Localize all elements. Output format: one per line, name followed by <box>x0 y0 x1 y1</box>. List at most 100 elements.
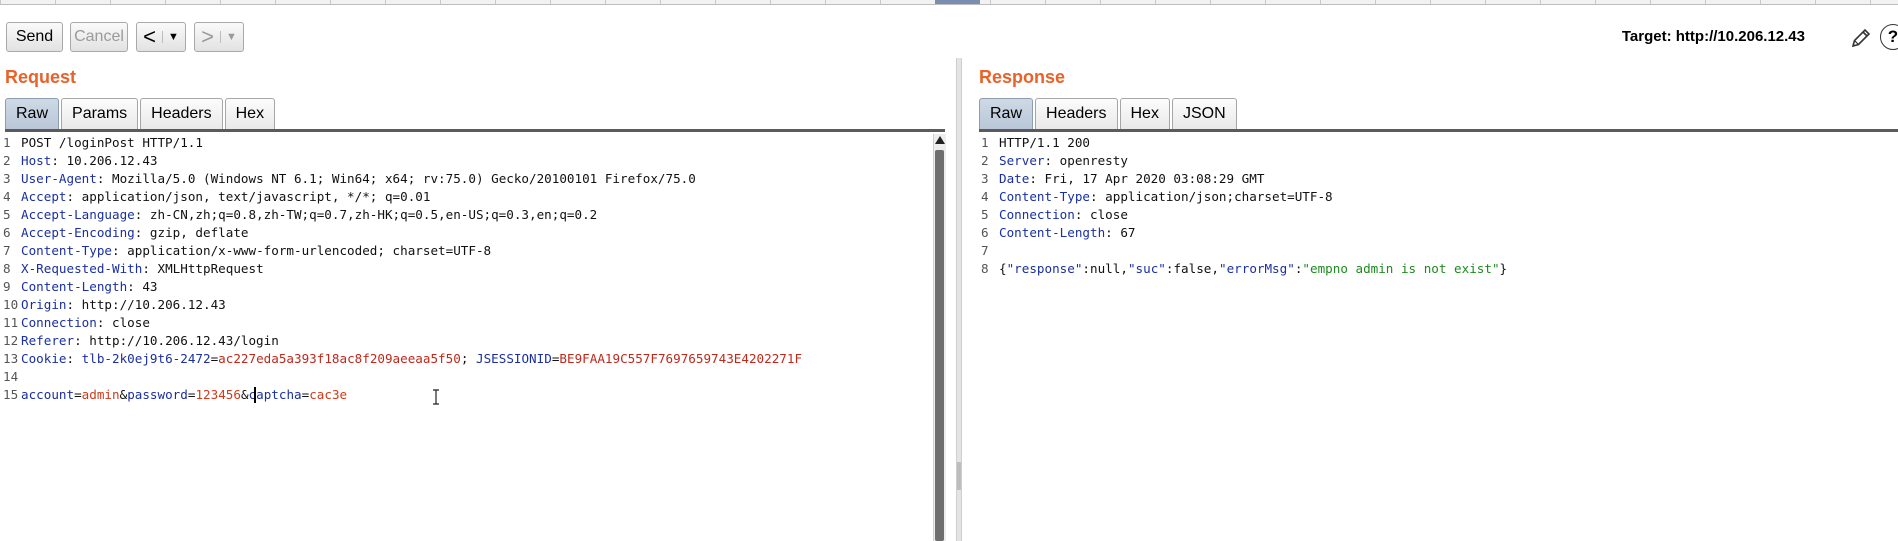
header-value: application/x-www-form-urlencoded; chars… <box>119 243 492 258</box>
back-dropdown-icon[interactable]: ▼ <box>161 31 179 43</box>
line-number: 9 <box>3 279 11 294</box>
response-line: 6 Content-Length: 67 <box>981 225 1136 240</box>
request-tab-hex[interactable]: Hex <box>224 98 276 129</box>
line-number: 4 <box>981 189 989 204</box>
header-value: application/json;charset=UTF-8 <box>1097 189 1333 204</box>
request-scroll-thumb[interactable] <box>935 150 944 541</box>
pencil-icon[interactable] <box>1849 26 1873 50</box>
response-editor[interactable]: 1 HTTP/1.1 200 2 Server: openresty 3 Date: … <box>981 134 1896 278</box>
request-line: 1 POST /loginPost HTTP/1.1 <box>3 134 931 152</box>
header-value: XMLHttpRequest <box>149 261 264 276</box>
response-line: 7 <box>981 242 1896 260</box>
header-value: gzip, deflate <box>142 225 249 240</box>
line-number: 12 <box>3 333 19 348</box>
header-name: Host <box>21 153 52 168</box>
request-tab-params[interactable]: Params <box>61 98 139 129</box>
response-tab-raw[interactable]: Raw <box>979 98 1034 129</box>
header-name: User-Agent <box>21 171 97 186</box>
param-value: admin <box>81 387 120 402</box>
request-tab-raw[interactable]: Raw <box>5 98 60 129</box>
header-name: Content-Length <box>21 279 128 294</box>
line-number: 5 <box>3 207 11 222</box>
json-value: "empno admin is not exist" <box>1302 261 1500 276</box>
line-number: 6 <box>3 225 11 240</box>
forward-button[interactable]: > ▼ <box>194 22 244 52</box>
line-number: 6 <box>981 225 989 240</box>
header-value: 10.206.12.43 <box>58 153 158 168</box>
request-scrollbar[interactable] <box>933 134 946 541</box>
header-value: zh-CN,zh;q=0.8,zh-TW;q=0.7,zh-HK;q=0.5,e… <box>142 207 598 222</box>
header-name: Origin <box>21 297 67 312</box>
json-value: null <box>1090 261 1121 276</box>
request-line: 12 Referer: http://10.206.12.43/login <box>3 333 279 348</box>
header-value: close <box>104 315 150 330</box>
header-value: Mozilla/5.0 (Windows NT 6.1; Win64; x64;… <box>104 171 696 186</box>
param-value: cac3e <box>309 387 348 402</box>
header-value: Fri, 17 Apr 2020 03:08:29 GMT <box>1036 171 1265 186</box>
line-number: 3 <box>981 171 989 186</box>
header-value: application/json, text/javascript, */*; … <box>74 189 431 204</box>
response-title: Response <box>979 67 1066 87</box>
scroll-up-icon[interactable] <box>935 136 945 144</box>
help-icon[interactable]: ? <box>1880 24 1898 50</box>
response-tabs: Raw Headers Hex JSON <box>979 98 1239 129</box>
response-tab-headers[interactable]: Headers <box>1035 98 1118 129</box>
line-number: 10 <box>3 297 19 312</box>
line-number: 2 <box>3 153 11 168</box>
text-cursor-icon <box>433 389 439 405</box>
param-name: account <box>21 387 75 402</box>
request-line: 10 Origin: http://10.206.12.43 <box>3 297 226 312</box>
header-name: X-Requested-With <box>21 261 143 276</box>
json-key: "errorMsg" <box>1218 261 1295 276</box>
header-name: Referer <box>21 333 75 348</box>
line-number: 13 <box>3 351 19 366</box>
response-tab-json[interactable]: JSON <box>1171 98 1237 129</box>
response-tab-hex[interactable]: Hex <box>1119 98 1170 129</box>
forward-arrow-icon: > <box>201 24 214 49</box>
response-line: 4 Content-Type: application/json;charset=… <box>981 189 1333 204</box>
cookie-name: tlb-2k0ej9t6-2472 <box>81 351 211 366</box>
json-key: "response" <box>1006 261 1083 276</box>
back-button[interactable]: < ▼ <box>136 22 186 52</box>
request-line: 6 Accept-Encoding: gzip, deflate <box>3 225 249 240</box>
json-value: false <box>1173 261 1212 276</box>
request-line: 7 Content-Type: application/x-www-form-ur… <box>3 243 492 258</box>
splitter-grip[interactable] <box>957 462 961 490</box>
forward-dropdown-icon[interactable]: ▼ <box>219 31 237 43</box>
request-line: 11 Connection: close <box>3 315 150 330</box>
send-button[interactable]: Send <box>6 22 63 52</box>
cancel-button[interactable]: Cancel <box>70 22 128 52</box>
pane-splitter[interactable] <box>956 58 962 541</box>
response-line: 3 Date: Fri, 17 Apr 2020 03:08:29 GMT <box>981 171 1265 186</box>
request-line: 4 Accept: application/json, text/javascri… <box>3 189 431 204</box>
cookie-value: ac227eda5a393f18ac8f209aeeaa5f50 <box>218 351 461 366</box>
back-arrow-icon: < <box>143 24 156 49</box>
header-name: Date <box>999 171 1030 186</box>
header-name: Cookie <box>21 351 67 366</box>
request-line-text: POST /loginPost HTTP/1.1 <box>21 135 203 150</box>
header-name: Content-Length <box>999 225 1106 240</box>
request-editor[interactable]: 1 POST /loginPost HTTP/1.1 2 Host: 10.206.… <box>3 134 931 404</box>
line-number: 1 <box>3 135 11 150</box>
status-line: HTTP/1.1 200 <box>999 135 1090 150</box>
request-line: 3 User-Agent: Mozilla/5.0 (Windows NT 6.1… <box>3 171 696 186</box>
line-number: 8 <box>981 261 989 276</box>
header-value: 67 <box>1112 225 1136 240</box>
cookie-value: BE9FAA19C557F7697659743E4202271F <box>559 351 803 366</box>
request-line: 8 X-Requested-With: XMLHttpRequest <box>3 261 264 276</box>
param-value: 123456 <box>195 387 241 402</box>
top-tab-selected[interactable] <box>935 0 980 4</box>
request-line: 14 <box>3 368 931 386</box>
header-value: openresty <box>1052 153 1128 168</box>
request-line: 2 Host: 10.206.12.43 <box>3 153 158 168</box>
header-name: Connection <box>21 315 97 330</box>
request-tab-headers[interactable]: Headers <box>140 98 223 129</box>
response-line: 5 Connection: close <box>981 207 1128 222</box>
request-line: 5 Accept-Language: zh-CN,zh;q=0.8,zh-TW;q… <box>3 207 598 222</box>
line-number: 1 <box>981 135 989 150</box>
request-body-line: 15 account=admin&password=123456&captcha=… <box>3 387 348 403</box>
cookie-name: JSESSIONID <box>475 351 552 366</box>
response-body-line: 8 {"response":null,"suc":false,"errorMsg"… <box>981 261 1508 276</box>
request-title: Request <box>5 67 77 87</box>
header-name: Accept <box>21 189 67 204</box>
